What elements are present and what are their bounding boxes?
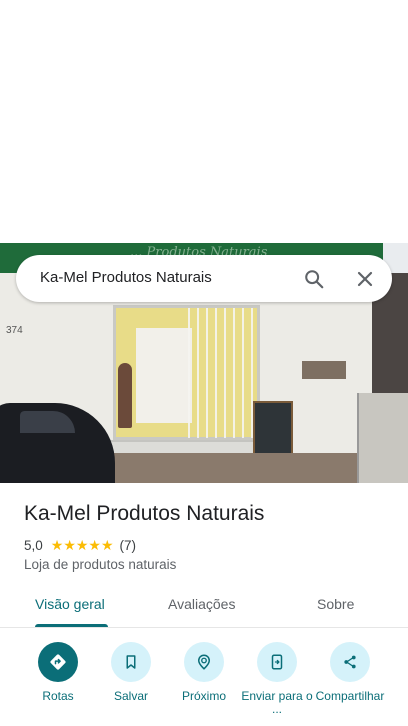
rating-row[interactable]: 5,0 ★★★★★ (7): [24, 537, 136, 554]
photo-chalkboard: [253, 401, 293, 459]
search-icon[interactable]: [303, 268, 325, 290]
photo-house-number: 374: [6, 325, 23, 336]
send-to-phone-button-circle[interactable]: [257, 642, 297, 682]
photo-person: [118, 363, 132, 428]
nearby-button[interactable]: Próximo: [164, 640, 244, 703]
directions-button[interactable]: Rotas: [18, 640, 98, 703]
nearby-icon: [195, 653, 213, 671]
save-button-circle[interactable]: [111, 642, 151, 682]
photo-storefront-door: [113, 305, 260, 440]
rating-value: 5,0: [24, 538, 43, 553]
nearby-button-circle[interactable]: [184, 642, 224, 682]
review-count[interactable]: (7): [120, 538, 137, 553]
send-to-phone-label: Enviar para o ...: [241, 690, 313, 716]
save-button[interactable]: Salvar: [91, 640, 171, 703]
tab-reviews[interactable]: Avaliações: [168, 596, 235, 612]
action-bar: Rotas Salvar Próximo Enviar para o ... C…: [0, 640, 408, 726]
share-label: Compartilhar: [315, 690, 385, 703]
place-title: Ka-Mel Produtos Naturais: [24, 502, 265, 525]
photo-door-bars: [188, 308, 260, 438]
photo-car-window: [20, 411, 75, 433]
photo-side-wall: [357, 393, 408, 483]
search-bar[interactable]: Ka-Mel Produtos Naturais: [16, 255, 392, 302]
search-query[interactable]: Ka-Mel Produtos Naturais: [40, 269, 212, 286]
bookmark-icon: [122, 653, 140, 671]
directions-button-circle[interactable]: [38, 642, 78, 682]
close-icon[interactable]: [353, 267, 377, 291]
share-button-circle[interactable]: [330, 642, 370, 682]
share-button[interactable]: Compartilhar: [310, 640, 390, 703]
tab-overview[interactable]: Visão geral: [35, 596, 105, 612]
star-rating-icons: ★★★★★: [50, 537, 114, 553]
send-to-phone-icon: [268, 653, 286, 671]
place-category: Loja de produtos naturais: [24, 557, 177, 572]
save-label: Salvar: [113, 690, 148, 703]
send-to-phone-button[interactable]: Enviar para o ...: [237, 640, 317, 716]
tab-about[interactable]: Sobre: [317, 596, 354, 612]
nearby-label: Próximo: [181, 690, 226, 703]
photo-door-interior: [136, 328, 192, 423]
directions-label: Rotas: [42, 690, 74, 703]
share-icon: [341, 653, 359, 671]
photo-meter-boxes: [302, 361, 346, 379]
map-area-blank: [0, 0, 408, 243]
tab-active-indicator: [35, 624, 108, 627]
tab-bar: Visão geral Avaliações Sobre: [0, 584, 408, 628]
directions-icon: [48, 652, 68, 672]
